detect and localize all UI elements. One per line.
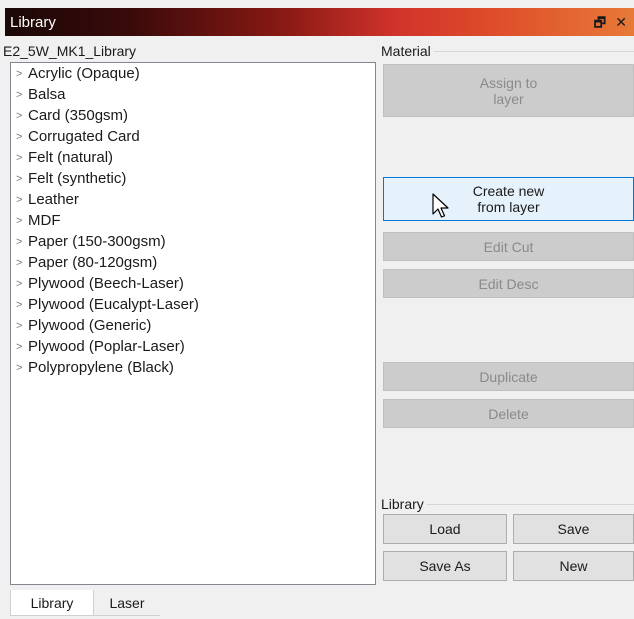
tree-item-label: Corrugated Card — [28, 128, 140, 145]
chevron-right-icon[interactable]: > — [16, 190, 28, 210]
material-group-label: Material — [381, 43, 434, 59]
tree-item[interactable]: > Polypropylene (Black) — [16, 358, 174, 378]
tree-item[interactable]: > Paper (80-120gsm) — [16, 253, 157, 273]
assign-to-layer-button[interactable]: Assign to layer — [383, 64, 634, 117]
load-button[interactable]: Load — [383, 514, 507, 544]
tree-item[interactable]: > Plywood (Beech-Laser) — [16, 274, 184, 294]
duplicate-button[interactable]: Duplicate — [383, 362, 634, 391]
chevron-right-icon[interactable]: > — [16, 295, 28, 315]
chevron-right-icon[interactable]: > — [16, 106, 28, 126]
tree-item-label: Paper (80-120gsm) — [28, 254, 158, 271]
material-tree[interactable]: > Acrylic (Opaque) > Balsa > Card (350gsm) … — [10, 62, 376, 585]
tree-item[interactable]: > Plywood (Generic) — [16, 316, 151, 336]
tree-item[interactable]: > Plywood (Poplar-Laser) — [16, 337, 185, 357]
mouse-cursor-icon — [432, 193, 449, 218]
chevron-right-icon[interactable]: > — [16, 64, 28, 84]
chevron-right-icon[interactable]: > — [16, 358, 28, 378]
chevron-right-icon[interactable]: > — [16, 253, 28, 273]
create-button-line2: from layer — [477, 199, 540, 215]
tree-item[interactable]: > Leather — [16, 190, 79, 210]
chevron-right-icon[interactable]: > — [16, 232, 28, 252]
tree-item[interactable]: > Felt (natural) — [16, 148, 113, 168]
tree-item[interactable]: > Plywood (Eucalypt-Laser) — [16, 295, 199, 315]
tree-item-label: Plywood (Beech-Laser) — [28, 275, 184, 292]
tree-item-label: Felt (natural) — [28, 149, 114, 166]
chevron-right-icon[interactable]: > — [16, 148, 28, 168]
tree-item-label: Polypropylene (Black) — [28, 359, 174, 376]
tree-item-label: Acrylic (Opaque) — [28, 65, 140, 82]
tree-item-label: Plywood (Generic) — [28, 317, 152, 334]
chevron-right-icon[interactable]: > — [16, 211, 28, 231]
tree-item-label: Felt (synthetic) — [28, 170, 127, 187]
chevron-right-icon[interactable]: > — [16, 169, 28, 189]
tree-item-label: Card (350gsm) — [28, 107, 129, 124]
save-button[interactable]: Save — [513, 514, 634, 544]
tree-item[interactable]: > Acrylic (Opaque) — [16, 64, 140, 84]
chevron-right-icon[interactable]: > — [16, 127, 28, 147]
close-icon[interactable]: ✕ — [615, 14, 627, 31]
chevron-right-icon[interactable]: > — [16, 85, 28, 105]
panel-title: Library — [10, 13, 56, 31]
tree-item-label: Plywood (Poplar-Laser) — [28, 338, 185, 355]
tab-laser[interactable]: Laser — [94, 590, 160, 616]
tree-item-label: Leather — [28, 191, 79, 208]
assign-button-line1: Assign to — [479, 74, 538, 91]
chevron-right-icon[interactable]: > — [16, 316, 28, 336]
create-from-layer-button[interactable]: Create new from layer — [383, 177, 634, 221]
chevron-right-icon[interactable]: > — [16, 274, 28, 294]
tree-item[interactable]: > Corrugated Card — [16, 127, 140, 147]
assign-button-line2: layer — [493, 90, 524, 107]
delete-button[interactable]: Delete — [383, 399, 634, 428]
edit-desc-button[interactable]: Edit Desc — [383, 269, 634, 298]
library-group-label: Library — [381, 496, 427, 512]
float-panel-icon[interactable]: 🗗 — [594, 14, 606, 36]
tree-item-label: MDF — [28, 212, 61, 229]
tree-item-label: Plywood (Eucalypt-Laser) — [28, 296, 199, 313]
tree-item[interactable]: > Paper (150-300gsm) — [16, 232, 166, 252]
tree-item[interactable]: > Card (350gsm) — [16, 106, 128, 126]
new-library-button[interactable]: New — [513, 551, 634, 581]
save-as-button[interactable]: Save As — [383, 551, 507, 581]
create-button-line1: Create new — [472, 183, 545, 199]
panel-titlebar: Library 🗗 ✕ — [5, 8, 634, 36]
library-name-label: E2_5W_MK1_Library — [3, 43, 137, 59]
tab-library[interactable]: Library — [10, 590, 94, 616]
tree-item[interactable]: > Felt (synthetic) — [16, 169, 126, 189]
edit-cut-button[interactable]: Edit Cut — [383, 232, 634, 261]
chevron-right-icon[interactable]: > — [16, 337, 28, 357]
tree-item[interactable]: > MDF — [16, 211, 61, 231]
tree-item[interactable]: > Balsa — [16, 85, 66, 105]
tree-item-label: Balsa — [28, 86, 66, 103]
tree-item-label: Paper (150-300gsm) — [28, 233, 166, 250]
